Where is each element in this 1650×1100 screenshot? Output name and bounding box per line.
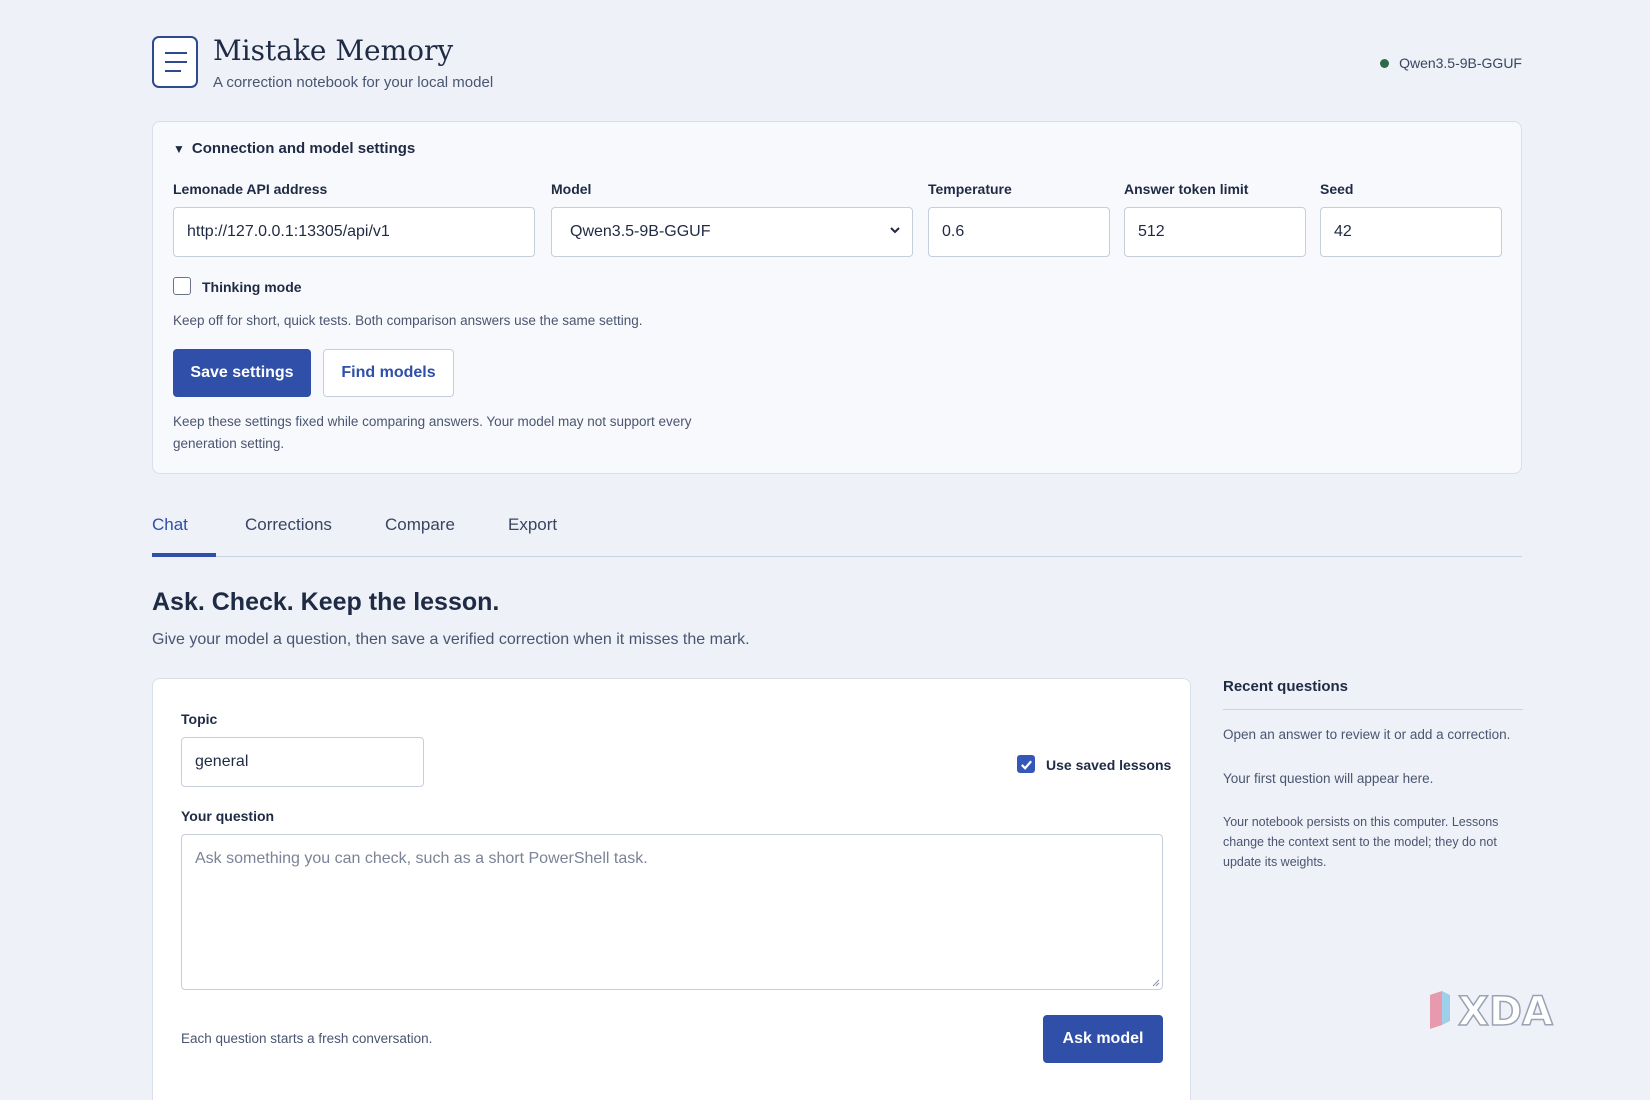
- token-limit-value: 512: [1138, 223, 1165, 240]
- topic-value: general: [195, 753, 249, 770]
- app-title: Mistake Memory: [213, 34, 454, 67]
- settings-panel: ▼ Connection and model settings Lemonade…: [152, 121, 1522, 474]
- recent-questions-intro: Open an answer to review it or add a cor…: [1223, 727, 1511, 742]
- seed-value: 42: [1334, 223, 1352, 240]
- model-label: Model: [551, 181, 592, 197]
- temperature-input[interactable]: 0.6: [928, 207, 1110, 257]
- watermark-text: XDA: [1458, 989, 1553, 1035]
- model-select-value: Qwen3.5-9B-GGUF: [570, 223, 711, 240]
- active-tab-indicator: [152, 553, 216, 557]
- thinking-mode-hint: Keep off for short, quick tests. Both co…: [173, 313, 643, 328]
- ask-card: Topic general Use saved lessons Your que…: [152, 678, 1191, 1100]
- recent-questions-empty: Your first question will appear here.: [1223, 771, 1434, 786]
- xda-watermark-logo: XDA: [1430, 988, 1554, 1036]
- api-address-value: http://127.0.0.1:13305/api/v1: [187, 223, 390, 240]
- section-title: Ask. Check. Keep the lesson.: [152, 588, 500, 616]
- token-limit-label: Answer token limit: [1124, 181, 1249, 197]
- seed-label: Seed: [1320, 181, 1354, 197]
- app-subtitle: A correction notebook for your local mod…: [213, 74, 494, 91]
- recent-questions-title: Recent questions: [1223, 678, 1523, 710]
- find-models-button[interactable]: Find models: [323, 349, 454, 397]
- status-model-name: Qwen3.5-9B-GGUF: [1399, 55, 1522, 71]
- settings-note-line1: Keep these settings fixed while comparin…: [173, 414, 692, 429]
- notebook-persistence-note: Your notebook persists on this computer.…: [1223, 815, 1499, 869]
- tab-bar: Chat Corrections Compare Export: [152, 505, 1522, 557]
- tab-chat[interactable]: Chat: [152, 515, 188, 535]
- page: Mistake Memory A correction notebook for…: [0, 0, 1650, 1100]
- status-dot-icon: [1380, 58, 1390, 68]
- settings-summary-label: Connection and model settings: [191, 140, 416, 157]
- notebook-icon: [152, 36, 198, 88]
- tab-corrections[interactable]: Corrections: [245, 515, 332, 535]
- ask-footer-hint: Each question starts a fresh conversatio…: [181, 1031, 433, 1046]
- save-settings-button[interactable]: Save settings: [173, 349, 311, 397]
- seed-input[interactable]: 42: [1320, 207, 1502, 257]
- token-limit-input[interactable]: 512: [1124, 207, 1306, 257]
- api-address-label: Lemonade API address: [173, 181, 328, 197]
- resize-handle-icon[interactable]: [1150, 977, 1160, 987]
- settings-note-line2: generation setting.: [173, 436, 285, 451]
- model-select[interactable]: Qwen3.5-9B-GGUF: [551, 207, 913, 257]
- app-header: Mistake Memory A correction notebook for…: [152, 34, 1522, 94]
- tab-export[interactable]: Export: [508, 515, 557, 535]
- section-description: Give your model a question, then save a …: [152, 631, 750, 648]
- topic-label: Topic: [181, 711, 218, 727]
- topic-input[interactable]: general: [181, 737, 424, 787]
- chevron-down-icon: [890, 227, 900, 234]
- tab-compare[interactable]: Compare: [385, 515, 455, 535]
- ask-model-button[interactable]: Ask model: [1043, 1015, 1163, 1063]
- thinking-mode-label: Thinking mode: [202, 279, 302, 295]
- settings-summary-toggle[interactable]: ▼ Connection and model settings: [173, 140, 415, 157]
- checkmark-icon: [1020, 759, 1032, 770]
- question-label: Your question: [181, 808, 275, 824]
- question-textarea[interactable]: Ask something you can check, such as a s…: [181, 834, 1163, 990]
- temperature-value: 0.6: [942, 223, 965, 240]
- disclosure-triangle-icon: ▼: [173, 141, 185, 156]
- temperature-label: Temperature: [928, 181, 1012, 197]
- recent-questions-sidebar: Recent questions Open an answer to revie…: [1223, 678, 1523, 872]
- thinking-mode-checkbox[interactable]: [173, 277, 191, 295]
- use-saved-lessons-checkbox[interactable]: [1017, 755, 1035, 773]
- api-address-input[interactable]: http://127.0.0.1:13305/api/v1: [173, 207, 535, 257]
- question-placeholder: Ask something you can check, such as a s…: [195, 850, 648, 867]
- model-status: Qwen3.5-9B-GGUF: [1380, 55, 1522, 71]
- use-saved-lessons-label: Use saved lessons: [1046, 757, 1172, 773]
